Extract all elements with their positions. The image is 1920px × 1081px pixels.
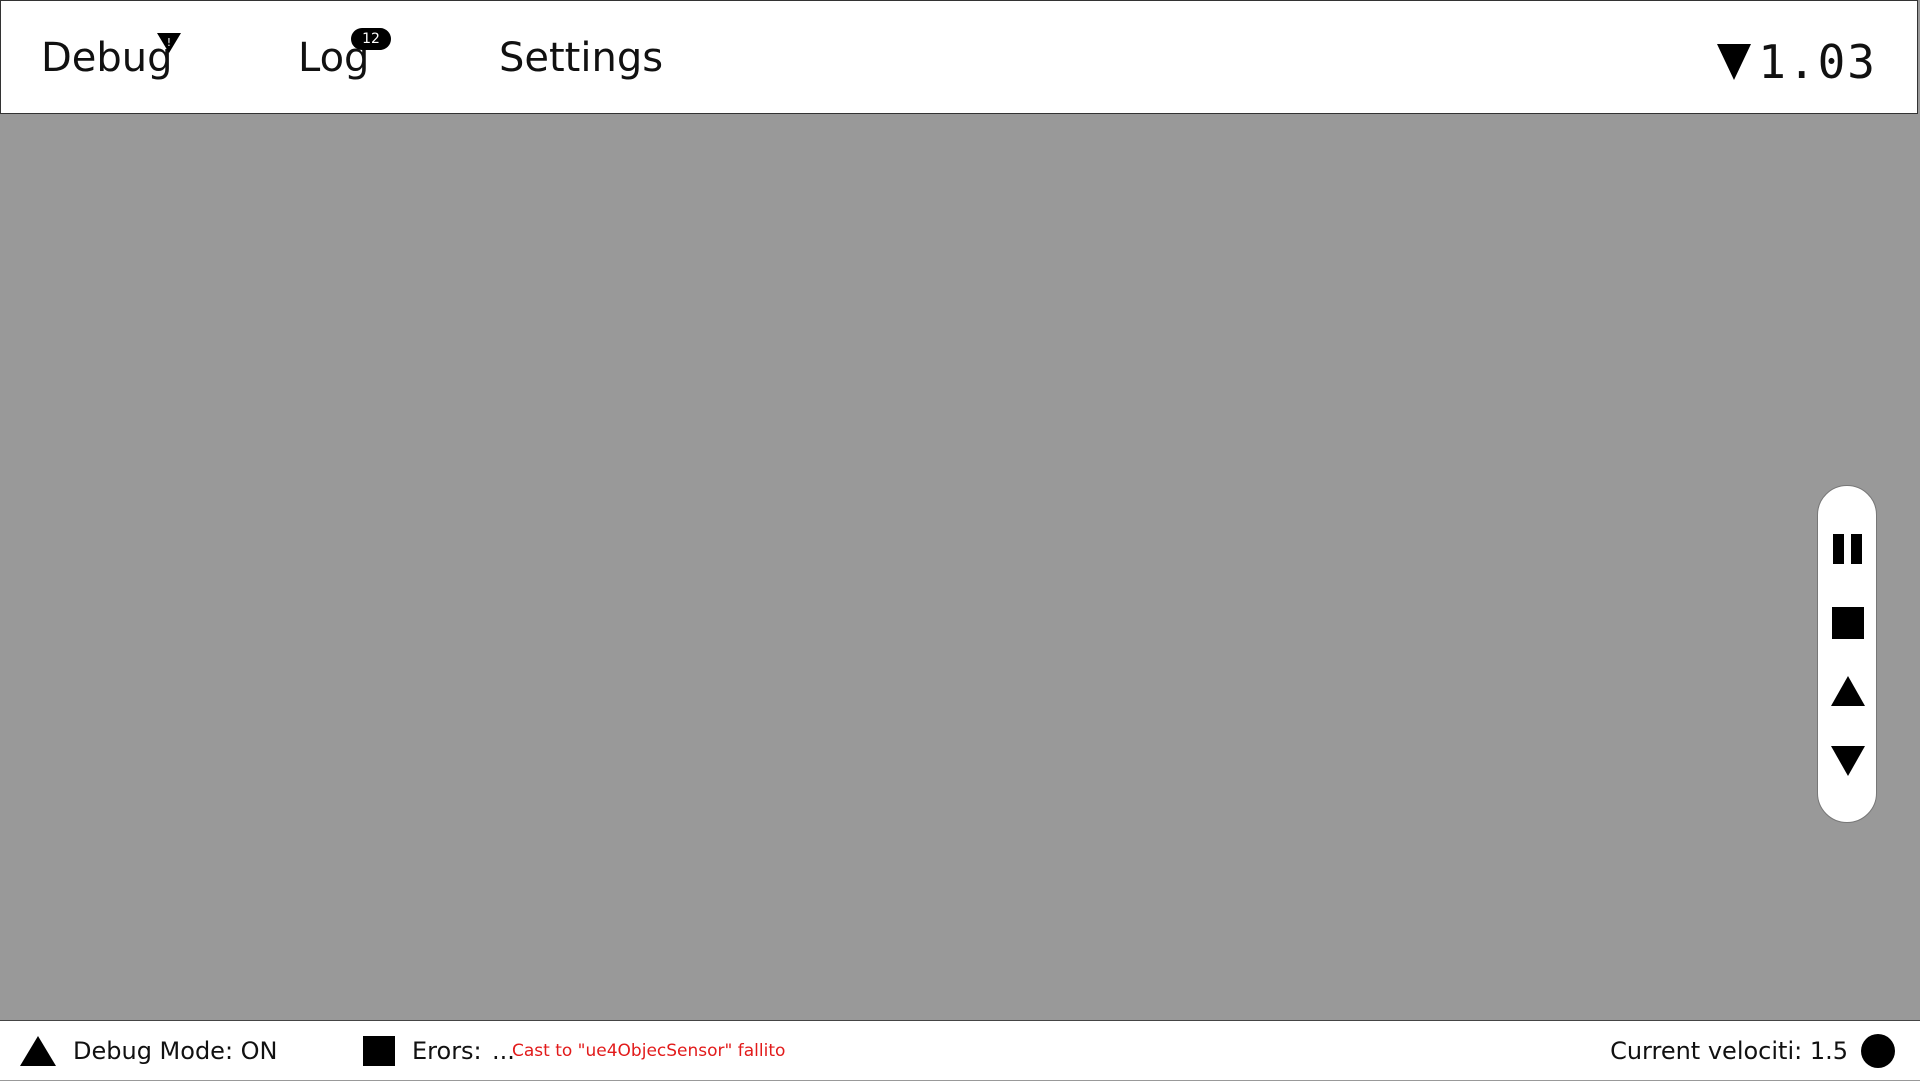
triangle-up-icon bbox=[1831, 676, 1865, 706]
debug-mode-status: Debug Mode: ON bbox=[73, 1037, 278, 1065]
speed-up-button[interactable] bbox=[1818, 668, 1878, 714]
speed-down-button[interactable] bbox=[1818, 738, 1878, 784]
log-count-badge: 12 bbox=[351, 28, 391, 50]
triangle-down-icon bbox=[1831, 746, 1865, 776]
tab-settings[interactable]: Settings bbox=[499, 33, 663, 83]
pause-icon bbox=[1833, 534, 1862, 564]
pause-button[interactable] bbox=[1818, 526, 1878, 572]
errors-label: Erors: bbox=[412, 1037, 482, 1065]
version-logo: 1.03 bbox=[1716, 39, 1877, 85]
playback-control-panel bbox=[1817, 485, 1877, 823]
stop-icon bbox=[1832, 607, 1864, 639]
svg-text:!: ! bbox=[167, 36, 171, 49]
status-dot-icon bbox=[1861, 1021, 1895, 1081]
warning-icon: ! bbox=[157, 33, 181, 53]
stop-button[interactable] bbox=[1818, 600, 1878, 646]
triangle-up-icon bbox=[20, 1021, 56, 1081]
velocity-readout: Current velociti: 1.5 bbox=[1610, 1037, 1848, 1065]
tab-debug[interactable]: Debug bbox=[41, 33, 173, 83]
version-text: 1.03 bbox=[1758, 35, 1877, 89]
status-bar: Debug Mode: ON Erors: ... Cast to "ue4Ob… bbox=[0, 1020, 1920, 1080]
triangle-down-icon bbox=[1717, 44, 1752, 80]
error-message[interactable]: Cast to "ue4ObjecSensor" fallito bbox=[512, 1021, 785, 1081]
stop-icon bbox=[363, 1021, 395, 1081]
top-nav-bar: Debug ! Log 12 Settings 1.03 bbox=[0, 0, 1918, 114]
main-viewport[interactable] bbox=[0, 114, 1920, 1020]
